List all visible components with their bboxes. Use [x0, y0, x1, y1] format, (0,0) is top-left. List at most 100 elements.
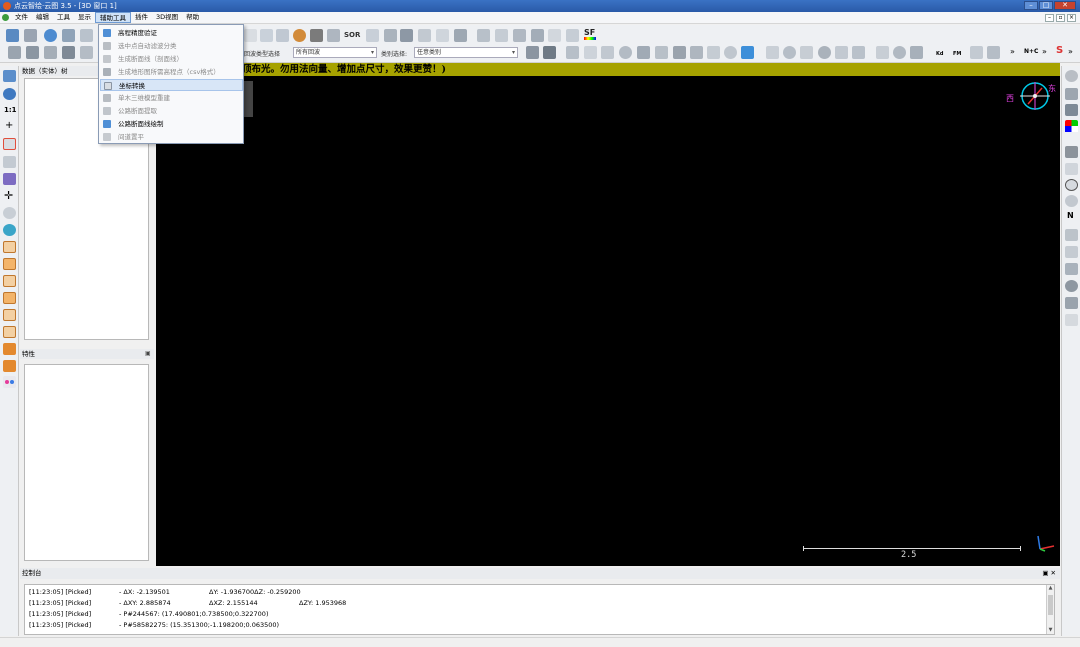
leaf-icon[interactable]	[835, 46, 848, 59]
menu-item-coordinate-transform[interactable]: 坐标转换	[100, 79, 243, 91]
brush-icon[interactable]	[707, 46, 720, 59]
arrow-right-icon[interactable]	[436, 29, 449, 42]
normal-tool-icon[interactable]	[44, 46, 57, 59]
filter-apply-icon[interactable]	[526, 46, 539, 59]
pick-arrow-icon[interactable]	[3, 156, 16, 168]
menu-item-tree-model[interactable]: 单木三维模型重建	[100, 92, 243, 104]
front-view-icon[interactable]	[3, 241, 16, 253]
monitor-icon[interactable]	[3, 70, 16, 82]
toolbar-overflow-chevron-icon[interactable]: »	[1010, 47, 1015, 56]
image-icon[interactable]	[327, 29, 340, 42]
rect-select-icon[interactable]	[584, 46, 597, 59]
edit-icon[interactable]	[454, 29, 467, 42]
camera-icon[interactable]	[3, 88, 16, 100]
left-view-icon[interactable]	[3, 275, 16, 287]
menu-item-road-section-extract[interactable]: 公路断面提取	[100, 105, 243, 117]
grid-tool-icon[interactable]	[8, 46, 21, 59]
box-tool-icon[interactable]	[62, 46, 75, 59]
grid-view-icon[interactable]	[741, 46, 754, 59]
mdi-minimize-button[interactable]: –	[1045, 14, 1054, 22]
curve-icon[interactable]	[366, 29, 379, 42]
pick-point-icon[interactable]	[3, 138, 16, 150]
cube-view-icon[interactable]	[3, 173, 16, 185]
fm-button[interactable]: FM	[953, 51, 961, 57]
right-view-icon[interactable]	[3, 292, 16, 304]
magnet-icon[interactable]	[1065, 314, 1078, 326]
pencil-icon[interactable]	[566, 46, 579, 59]
checker-icon[interactable]	[310, 29, 323, 42]
lens-icon[interactable]	[1065, 229, 1078, 241]
add-icon[interactable]	[548, 29, 561, 42]
bottom-view-icon[interactable]	[3, 326, 16, 338]
s-tool-icon[interactable]: S	[1056, 45, 1063, 56]
3d-viewport[interactable]: 顶布光。勿用法向量、增加点尺寸，效果更赞！) 西 东 2.5	[156, 63, 1060, 566]
terrain-icon[interactable]	[800, 46, 813, 59]
crosshair-icon[interactable]	[384, 29, 397, 42]
move-icon[interactable]: ✛	[4, 190, 13, 201]
filter-clear-icon[interactable]	[543, 46, 556, 59]
viewport-side-handle[interactable]	[244, 81, 253, 117]
paint-icon[interactable]	[876, 46, 889, 59]
properties-panel[interactable]	[24, 364, 149, 561]
polygon-icon[interactable]	[637, 46, 650, 59]
contrast-icon[interactable]	[1065, 195, 1078, 207]
texture-icon[interactable]	[1065, 88, 1078, 100]
layer-icon[interactable]	[62, 29, 75, 42]
menu-edit[interactable]: 编辑	[32, 12, 53, 23]
menu-tools[interactable]: 工具	[53, 12, 74, 23]
maximize-button[interactable]: □	[1039, 1, 1053, 10]
scroll-thumb[interactable]	[1048, 595, 1053, 615]
north-arrow-icon[interactable]: N	[1067, 211, 1074, 220]
settings-gear-icon[interactable]	[818, 46, 831, 59]
cut-icon[interactable]	[418, 29, 431, 42]
export-icon[interactable]	[970, 46, 983, 59]
menu-file[interactable]: 文件	[11, 12, 32, 23]
color-tool-icon[interactable]	[293, 29, 306, 42]
mdi-restore-button[interactable]: ▫	[1056, 14, 1065, 22]
sor-filter-button[interactable]: SOR	[344, 31, 360, 39]
menu-3d-view[interactable]: 3D视图	[152, 12, 182, 23]
delete-icon[interactable]	[566, 29, 579, 42]
plane-icon[interactable]	[400, 29, 413, 42]
target-icon[interactable]	[783, 46, 796, 59]
list-icon[interactable]	[80, 29, 93, 42]
grid-pattern-icon[interactable]	[1065, 263, 1078, 275]
console-log[interactable]: [11:23:05] [Picked] - ΔX: -2.139501 ΔY: …	[24, 584, 1055, 635]
echo-type-select[interactable]: 所有回波	[293, 47, 377, 58]
rgb-label-icon[interactable]	[1065, 297, 1078, 309]
menu-display[interactable]: 显示	[74, 12, 95, 23]
film-icon[interactable]	[1065, 146, 1078, 158]
iso-view-2-icon[interactable]	[3, 360, 16, 372]
split-icon[interactable]	[513, 29, 526, 42]
network-icon[interactable]	[1065, 246, 1078, 258]
scalar-field-button[interactable]: SF	[584, 28, 595, 37]
axis-icon[interactable]	[495, 29, 508, 42]
open-file-icon[interactable]	[6, 29, 19, 42]
shape-icon[interactable]	[1065, 280, 1078, 292]
nc-button[interactable]: N+C	[1024, 48, 1038, 55]
class-select[interactable]: 任意类别	[414, 47, 518, 58]
color-dots-icon[interactable]	[3, 376, 16, 388]
scroll-down-icon[interactable]: ▼	[1047, 627, 1054, 634]
arrow-tool-icon[interactable]	[244, 29, 257, 42]
view-eye-icon[interactable]	[44, 29, 57, 42]
one-to-one-icon[interactable]: 1:1	[4, 106, 17, 114]
power-line-icon[interactable]	[690, 46, 703, 59]
iso-view-1-icon[interactable]	[3, 343, 16, 355]
points-icon[interactable]	[766, 46, 779, 59]
draw-icon[interactable]	[601, 46, 614, 59]
thermometer-icon[interactable]	[1065, 163, 1078, 175]
histogram-icon[interactable]	[477, 29, 490, 42]
menu-item-elevation-check[interactable]: 高程精度验证	[100, 27, 243, 39]
mdi-close-button[interactable]: ×	[1067, 14, 1076, 22]
menu-help[interactable]: 帮助	[182, 12, 203, 23]
menu-item-elevation-points[interactable]: 生成地形图所需高程点（csv格式）	[100, 66, 243, 78]
measure-icon[interactable]	[852, 46, 865, 59]
scale-tool-icon[interactable]	[260, 29, 273, 42]
toolbar-overflow-chevron-3-icon[interactable]: »	[1068, 47, 1073, 56]
no-entry-icon[interactable]	[1065, 70, 1078, 82]
mesh-tool-icon[interactable]	[26, 46, 39, 59]
kd-tree-button[interactable]: Kd	[936, 51, 943, 57]
circle-select-icon[interactable]	[619, 46, 632, 59]
noise-icon[interactable]	[1065, 104, 1078, 116]
